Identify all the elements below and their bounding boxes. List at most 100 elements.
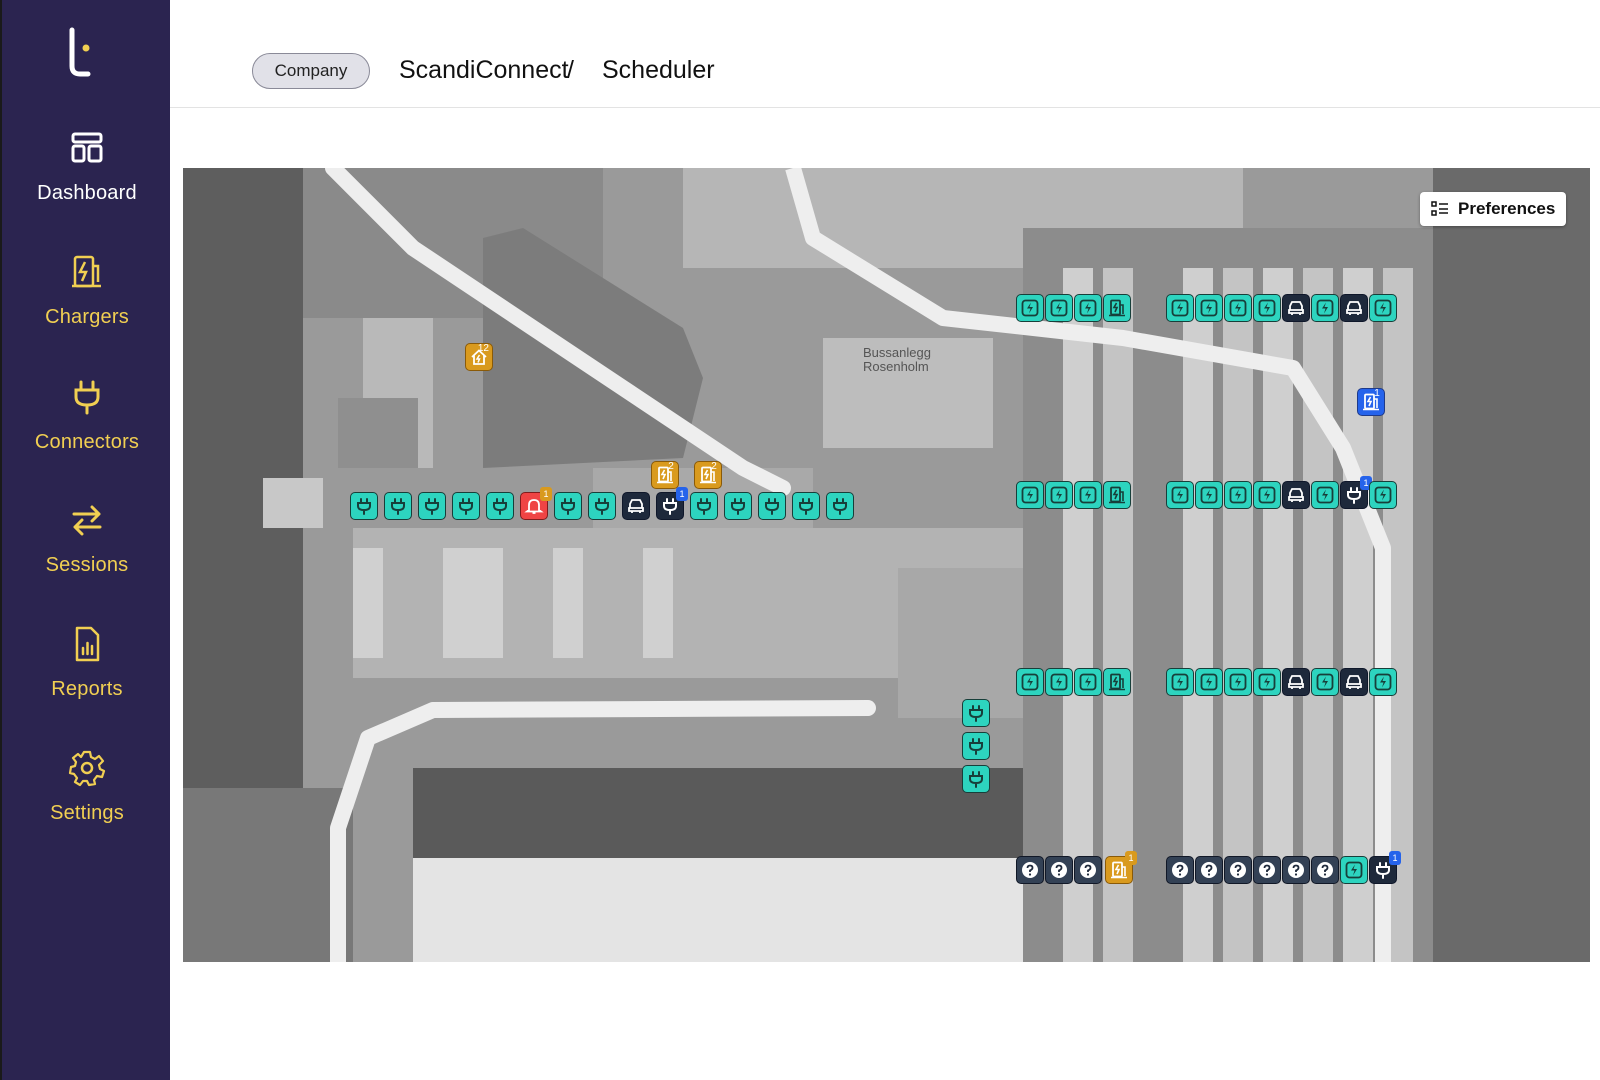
depot-connector-available[interactable]: [1253, 481, 1281, 509]
charger-group-marker[interactable]: 1: [1105, 851, 1137, 884]
nav-chargers[interactable]: Chargers: [2, 252, 172, 362]
depot-connector-available[interactable]: [1016, 668, 1044, 696]
depot-connector-unknown[interactable]: [1253, 856, 1281, 884]
connector-available[interactable]: [758, 492, 786, 520]
depot-connector-occupied[interactable]: [1340, 668, 1368, 696]
connector-available[interactable]: [588, 492, 616, 520]
connector-available[interactable]: [486, 492, 514, 520]
depot-connector-available[interactable]: [1166, 481, 1194, 509]
depot-connector-occupied[interactable]: [1282, 294, 1310, 322]
depot-connector-unknown[interactable]: [1166, 856, 1194, 884]
depot-connector-available[interactable]: [1369, 481, 1397, 509]
depot-connector-available[interactable]: [1166, 294, 1194, 322]
depot-connector-available[interactable]: [1074, 668, 1102, 696]
plug-icon: [762, 496, 782, 516]
connector-available[interactable]: [350, 492, 378, 520]
depot-connector-unknown[interactable]: [1074, 856, 1102, 884]
connector-available[interactable]: [826, 492, 854, 520]
site-marker[interactable]: 12: [465, 343, 493, 371]
nav-settings[interactable]: Settings: [2, 748, 172, 858]
bolt-icon: [1049, 672, 1069, 692]
bolt-icon: [1020, 485, 1040, 505]
connector-available[interactable]: [690, 492, 718, 520]
depot-connector-available[interactable]: [1016, 481, 1044, 509]
breadcrumb-company[interactable]: ScandiConnect: [399, 55, 569, 85]
plug-icon: [592, 496, 612, 516]
depot-charger[interactable]: [1103, 481, 1131, 509]
depot-connector-occupied[interactable]: [1282, 668, 1310, 696]
plug-icon: [490, 496, 510, 516]
connector-available[interactable]: [418, 492, 446, 520]
bolt-icon: [1170, 298, 1190, 318]
depot-connector-available[interactable]: [1224, 481, 1252, 509]
depot-connector-available[interactable]: [1311, 668, 1339, 696]
depot-connector-unknown[interactable]: [1282, 856, 1310, 884]
depot-connector-available[interactable]: [1016, 294, 1044, 322]
depot-connector-available[interactable]: [1045, 481, 1073, 509]
depot-connector-available[interactable]: [1224, 668, 1252, 696]
question-icon: [1199, 860, 1219, 880]
connector-available[interactable]: [962, 732, 990, 760]
marker-badge: 1: [1125, 851, 1137, 865]
depot-connector-available[interactable]: [1195, 668, 1223, 696]
scope-pill[interactable]: Company: [252, 53, 370, 89]
depot-connector-charging[interactable]: 1: [1340, 476, 1372, 509]
preferences-label: Preferences: [1458, 199, 1556, 218]
depot-connector-available[interactable]: [1195, 481, 1223, 509]
depot-connector-occupied[interactable]: [1282, 481, 1310, 509]
station-d-icon: [1107, 298, 1127, 318]
depot-connector-charging[interactable]: 1: [1369, 851, 1401, 884]
connector-available[interactable]: [452, 492, 480, 520]
bolt-icon: [1020, 298, 1040, 318]
connector-faulted[interactable]: 1: [520, 487, 552, 520]
question-icon: [1228, 860, 1248, 880]
breadcrumb-separator: /: [567, 56, 574, 84]
bolt-icon: [1049, 298, 1069, 318]
plug-icon: [422, 496, 442, 516]
depot-connector-available[interactable]: [1074, 481, 1102, 509]
depot-charger[interactable]: [1103, 294, 1131, 322]
connector-available[interactable]: [962, 765, 990, 793]
site-map[interactable]: Bussanlegg Rosenholm Preferences 12 2 2 1 1 1…: [183, 168, 1590, 962]
depot-connector-unknown[interactable]: [1045, 856, 1073, 884]
charger-group-marker-selected[interactable]: 1: [1357, 388, 1385, 416]
marker-badge: 12: [477, 343, 489, 354]
nav-sessions[interactable]: Sessions: [2, 500, 172, 610]
depot-connector-available[interactable]: [1045, 668, 1073, 696]
depot-connector-unknown[interactable]: [1195, 856, 1223, 884]
dashboard-icon: [71, 132, 103, 163]
charger-group-marker[interactable]: 2: [694, 461, 722, 489]
depot-connector-available[interactable]: [1195, 294, 1223, 322]
connector-available[interactable]: [554, 492, 582, 520]
depot-connector-available[interactable]: [1253, 294, 1281, 322]
depot-connector-available[interactable]: [1340, 856, 1368, 884]
bolt-icon: [1344, 860, 1364, 880]
nav-dashboard[interactable]: Dashboard: [2, 128, 172, 238]
charger-group-marker[interactable]: 2: [651, 461, 679, 489]
depot-connector-available[interactable]: [1074, 294, 1102, 322]
depot-connector-available[interactable]: [1253, 668, 1281, 696]
nav-reports[interactable]: Reports: [2, 624, 172, 734]
depot-connector-unknown[interactable]: [1224, 856, 1252, 884]
depot-connector-available[interactable]: [1369, 668, 1397, 696]
nav-dashboard-label: Dashboard: [37, 182, 137, 204]
car-icon: [1286, 485, 1306, 505]
connector-charging[interactable]: 1: [656, 487, 688, 520]
depot-connector-available[interactable]: [1224, 294, 1252, 322]
depot-connector-unknown[interactable]: [1311, 856, 1339, 884]
depot-connector-occupied[interactable]: [1340, 294, 1368, 322]
depot-connector-available[interactable]: [1311, 481, 1339, 509]
nav-connectors[interactable]: Connectors: [2, 377, 172, 487]
connector-available[interactable]: [962, 699, 990, 727]
depot-connector-available[interactable]: [1311, 294, 1339, 322]
connector-available[interactable]: [724, 492, 752, 520]
connector-available[interactable]: [792, 492, 820, 520]
preferences-button[interactable]: Preferences: [1420, 192, 1566, 226]
depot-connector-available[interactable]: [1045, 294, 1073, 322]
depot-charger[interactable]: [1103, 668, 1131, 696]
depot-connector-available[interactable]: [1166, 668, 1194, 696]
depot-connector-available[interactable]: [1369, 294, 1397, 322]
connector-available[interactable]: [384, 492, 412, 520]
connector-occupied[interactable]: [622, 492, 650, 520]
depot-connector-unknown[interactable]: [1016, 856, 1044, 884]
